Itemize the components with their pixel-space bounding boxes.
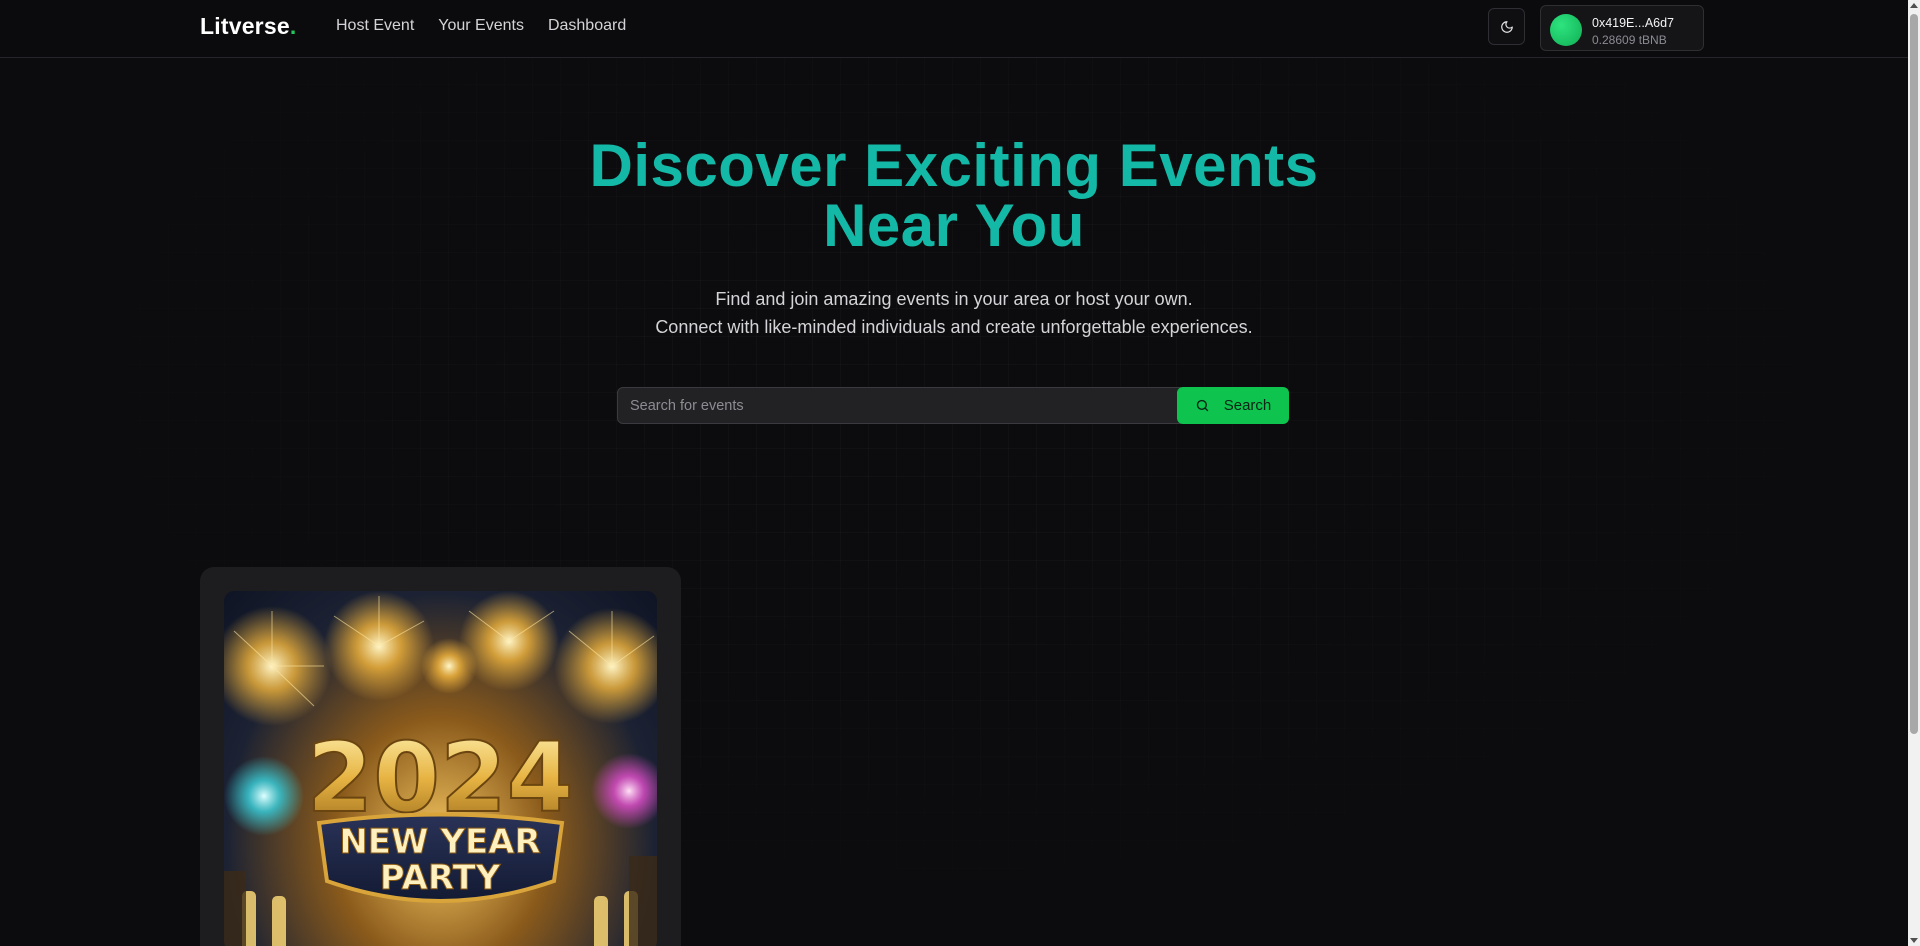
event-image-line2: PARTY	[380, 858, 501, 898]
page-scrollbar[interactable]	[1908, 0, 1920, 946]
wallet-avatar	[1550, 14, 1582, 46]
scrollbar-thumb[interactable]	[1910, 14, 1918, 734]
event-image-art: 2024 NEW YEAR PARTY	[224, 591, 657, 946]
wallet-address: 0x419E...A6d7	[1592, 16, 1675, 30]
hero-subtitle-line1: Find and join amazing events in your are…	[715, 289, 1193, 309]
hero-title-line1: Discover Exciting Events	[589, 132, 1319, 199]
hero-title: Discover Exciting Events Near You	[0, 136, 1908, 256]
top-navbar: Litverse. Host Event Your Events Dashboa…	[0, 0, 1908, 58]
scroll-down-arrow[interactable]	[1910, 938, 1918, 943]
site-logo[interactable]: Litverse.	[200, 13, 296, 40]
search-button[interactable]: Search	[1177, 387, 1289, 424]
search-input[interactable]	[617, 387, 1181, 424]
nav-host-event[interactable]: Host Event	[336, 17, 414, 35]
main-nav: Host Event Your Events Dashboard	[336, 17, 626, 35]
event-image-line1: NEW YEAR	[339, 822, 540, 862]
nav-dashboard[interactable]: Dashboard	[548, 17, 626, 35]
scroll-up-arrow[interactable]	[1910, 3, 1918, 8]
wallet-button[interactable]: 0x419E...A6d7 0.28609 tBNB	[1540, 5, 1704, 51]
event-image: 2024 NEW YEAR PARTY	[224, 591, 657, 946]
wallet-balance: 0.28609 tBNB	[1592, 33, 1667, 47]
hero-subtitle-line2: Connect with like-minded individuals and…	[655, 317, 1253, 337]
hero-subtitle: Find and join amazing events in your are…	[0, 285, 1908, 341]
nav-your-events[interactable]: Your Events	[438, 17, 524, 35]
logo-text: Litverse	[200, 13, 290, 39]
search-bar: Search	[617, 387, 1289, 424]
logo-dot: .	[289, 13, 297, 39]
moon-icon	[1500, 20, 1513, 33]
hero-title-line2: Near You	[823, 192, 1085, 259]
search-icon	[1196, 399, 1208, 412]
theme-toggle-button[interactable]	[1488, 8, 1525, 45]
event-card[interactable]: 2024 NEW YEAR PARTY	[200, 567, 681, 946]
search-button-label: Search	[1223, 397, 1272, 414]
